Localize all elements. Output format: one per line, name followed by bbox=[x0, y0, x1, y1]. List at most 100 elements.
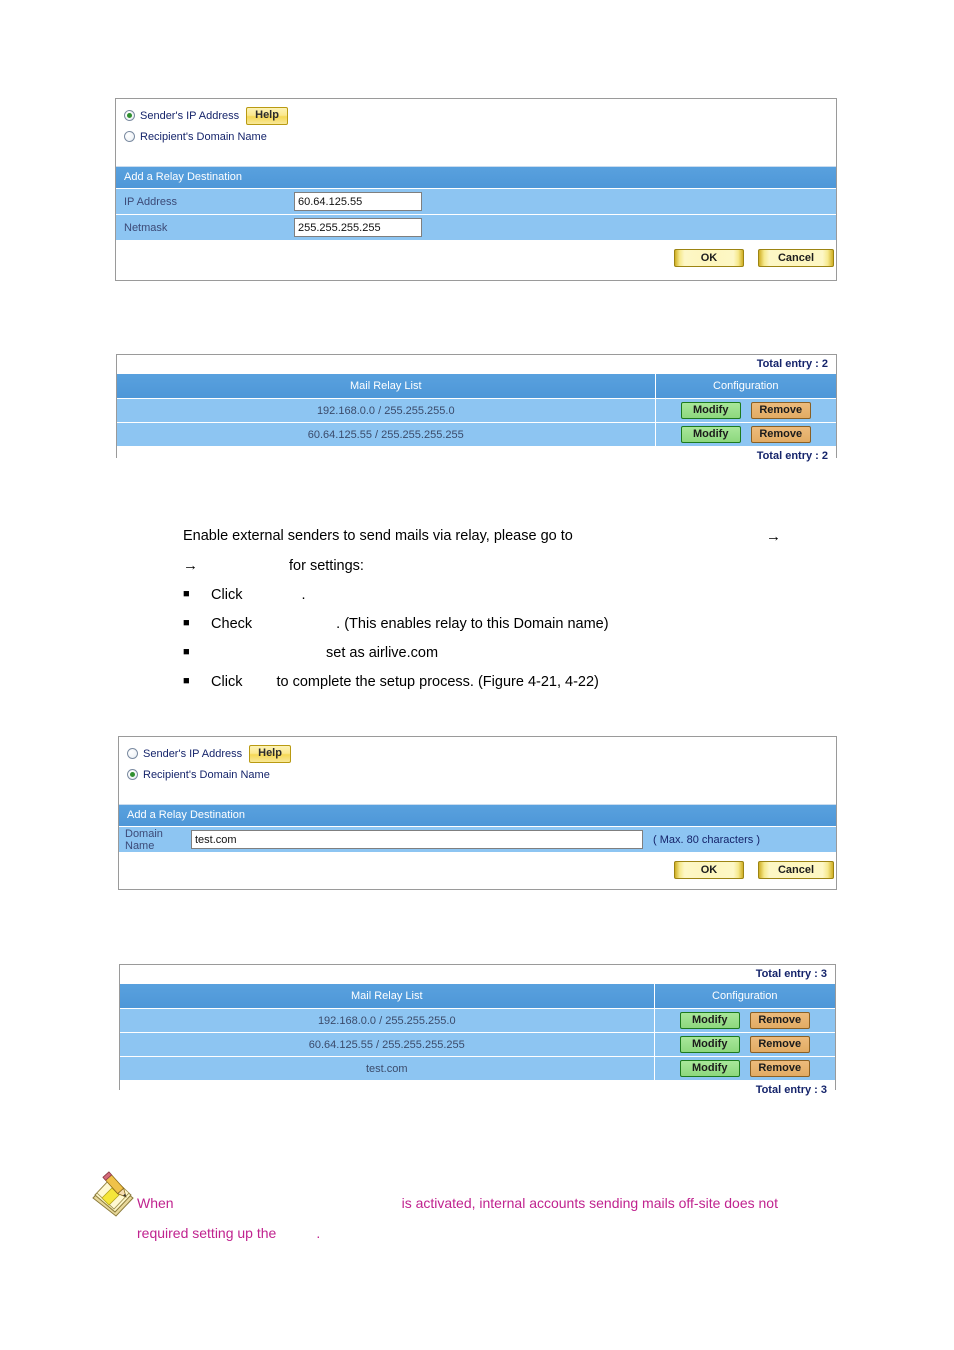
form-row-netmask: Netmask bbox=[116, 215, 836, 241]
bullet-tail: set as airlive.com bbox=[326, 645, 439, 661]
table-header-row: Mail Relay List Configuration bbox=[120, 984, 835, 1009]
ip-address-input[interactable] bbox=[294, 192, 422, 211]
bullet-tail: to complete the setup process. (Figure 4… bbox=[276, 674, 599, 690]
ip-address-label: IP Address bbox=[124, 195, 177, 208]
bullet-verb: Click bbox=[211, 674, 243, 690]
instruction-bullet-1: ■ Click . bbox=[183, 587, 306, 603]
radio-recipients-domain-label: Recipient's Domain Name bbox=[143, 768, 270, 781]
relay-table-top: Mail Relay List Configuration 192.168.0.… bbox=[117, 374, 836, 447]
modify-button[interactable]: Modify bbox=[680, 426, 741, 443]
ok-button[interactable]: OK bbox=[674, 249, 744, 267]
remove-button[interactable]: Remove bbox=[749, 1060, 810, 1077]
modify-button[interactable]: Modify bbox=[679, 1060, 740, 1077]
bullet-verb: Check bbox=[211, 616, 253, 632]
remove-button[interactable]: Remove bbox=[750, 426, 811, 443]
radio-senders-ip-icon[interactable] bbox=[124, 110, 135, 121]
col-header-mail-relay-list: Mail Relay List bbox=[117, 374, 656, 399]
note-line1-tail: is activated, internal accounts sending … bbox=[401, 1195, 778, 1211]
square-bullet-icon: ■ bbox=[183, 675, 190, 687]
panel-spacer bbox=[116, 154, 836, 166]
square-bullet-icon: ■ bbox=[183, 588, 190, 600]
instruction-intro: Enable external senders to send mails vi… bbox=[183, 528, 573, 544]
modify-button[interactable]: Modify bbox=[679, 1012, 740, 1029]
table-row: 192.168.0.0 / 255.255.255.0 Modify Remov… bbox=[120, 1008, 835, 1033]
modify-button[interactable]: Modify bbox=[679, 1036, 740, 1053]
radio-option-recipients-domain[interactable]: Recipient's Domain Name bbox=[127, 765, 836, 784]
radio-option-recipients-domain[interactable]: Recipient's Domain Name bbox=[124, 127, 836, 146]
instruction-bullet-2: ■ Check . (This enables relay to this Do… bbox=[183, 616, 609, 632]
relay-type-radio-group: Sender's IP Address Help Recipient's Dom… bbox=[116, 99, 836, 154]
table-row: 60.64.125.55 / 255.255.255.255 Modify Re… bbox=[117, 422, 836, 447]
arrow-icon: → bbox=[183, 557, 198, 574]
relay-entry-value: 60.64.125.55 / 255.255.255.255 bbox=[117, 422, 656, 447]
remove-button[interactable]: Remove bbox=[749, 1012, 810, 1029]
radio-senders-ip-label: Sender's IP Address bbox=[143, 747, 243, 760]
relay-entry-value: test.com bbox=[120, 1056, 655, 1081]
arrow-icon: → bbox=[766, 528, 781, 545]
form-row-ip-address: IP Address bbox=[116, 189, 836, 215]
total-entry-bottom-label: Total entry : 2 bbox=[117, 447, 836, 466]
remove-button[interactable]: Remove bbox=[750, 402, 811, 419]
netmask-label: Netmask bbox=[124, 221, 168, 234]
col-header-configuration: Configuration bbox=[654, 984, 835, 1009]
relay-type-radio-group: Sender's IP Address Help Recipient's Dom… bbox=[119, 737, 836, 792]
radio-recipients-domain-label: Recipient's Domain Name bbox=[140, 130, 267, 143]
table-header-row: Mail Relay List Configuration bbox=[117, 374, 836, 399]
radio-recipients-domain-icon[interactable] bbox=[124, 131, 135, 142]
note-line2-lead: required setting up the bbox=[137, 1225, 277, 1241]
domain-max-chars-hint: ( Max. 80 characters ) bbox=[653, 833, 760, 846]
mail-relay-list-bottom: Total entry : 3 Mail Relay List Configur… bbox=[119, 964, 836, 1100]
mail-relay-list-top: Total entry : 2 Mail Relay List Configur… bbox=[116, 354, 837, 466]
table-row: test.com Modify Remove bbox=[120, 1056, 835, 1081]
domain-name-input[interactable] bbox=[191, 830, 643, 849]
remove-button[interactable]: Remove bbox=[749, 1036, 810, 1053]
relay-entry-value: 60.64.125.55 / 255.255.255.255 bbox=[120, 1032, 655, 1057]
relay-entry-actions: Modify Remove bbox=[654, 1056, 835, 1081]
form-row-domain-name: Domain Name ( Max. 80 characters ) bbox=[119, 827, 836, 853]
note-pencil-icon bbox=[92, 1171, 134, 1217]
relay-destination-domain-panel: Sender's IP Address Help Recipient's Dom… bbox=[118, 736, 837, 890]
modify-button[interactable]: Modify bbox=[680, 402, 741, 419]
note-line-2: required setting up the. bbox=[137, 1218, 320, 1248]
help-button[interactable]: Help bbox=[249, 744, 291, 763]
instruction-bullet-3: ■ set as airlive.com bbox=[183, 645, 438, 661]
relay-entry-actions: Modify Remove bbox=[654, 1008, 835, 1033]
relay-entry-actions: Modify Remove bbox=[655, 398, 836, 423]
section-header-add-relay-destination: Add a Relay Destination bbox=[116, 166, 836, 189]
relay-entry-value: 192.168.0.0 / 255.255.255.0 bbox=[117, 398, 656, 423]
radio-recipients-domain-icon[interactable] bbox=[127, 769, 138, 780]
domain-panel-button-bar: OK Cancel bbox=[119, 853, 836, 887]
note-line1-lead: When bbox=[137, 1195, 174, 1211]
square-bullet-icon: ■ bbox=[183, 646, 190, 658]
col-header-mail-relay-list: Mail Relay List bbox=[120, 984, 655, 1009]
note-line2-tail: . bbox=[316, 1225, 321, 1241]
instruction-bullet-4: ■ Click to complete the setup process. (… bbox=[183, 674, 599, 690]
col-header-configuration: Configuration bbox=[655, 374, 836, 399]
total-entry-top-label: Total entry : 2 bbox=[117, 355, 836, 374]
section-header-add-relay-destination: Add a Relay Destination bbox=[119, 804, 836, 827]
ip-panel-button-bar: OK Cancel bbox=[116, 241, 836, 275]
total-entry-bottom-label: Total entry : 3 bbox=[120, 1081, 835, 1100]
relay-table-bottom: Mail Relay List Configuration 192.168.0.… bbox=[120, 984, 835, 1081]
cancel-button[interactable]: Cancel bbox=[758, 861, 834, 879]
cancel-button[interactable]: Cancel bbox=[758, 249, 834, 267]
relay-destination-ip-panel: Sender's IP Address Help Recipient's Dom… bbox=[115, 98, 837, 281]
radio-option-senders-ip[interactable]: Sender's IP Address Help bbox=[124, 106, 836, 125]
ok-button[interactable]: OK bbox=[674, 861, 744, 879]
total-entry-top-label: Total entry : 3 bbox=[120, 965, 835, 984]
relay-entry-actions: Modify Remove bbox=[654, 1032, 835, 1057]
note-line-1: When is activated, internal accounts send… bbox=[137, 1188, 867, 1218]
bullet-tail: . bbox=[301, 587, 306, 603]
radio-option-senders-ip[interactable]: Sender's IP Address Help bbox=[127, 744, 836, 763]
netmask-input[interactable] bbox=[294, 218, 422, 237]
bullet-tail: . (This enables relay to this Domain nam… bbox=[336, 616, 609, 632]
table-row: 192.168.0.0 / 255.255.255.0 Modify Remov… bbox=[117, 398, 836, 423]
help-button[interactable]: Help bbox=[246, 106, 288, 125]
instruction-for-settings: for settings: bbox=[289, 558, 364, 574]
radio-senders-ip-label: Sender's IP Address bbox=[140, 109, 240, 122]
relay-entry-actions: Modify Remove bbox=[655, 422, 836, 447]
radio-senders-ip-icon[interactable] bbox=[127, 748, 138, 759]
panel-spacer bbox=[119, 792, 836, 804]
bullet-verb: Click bbox=[211, 587, 243, 603]
domain-name-label: Domain Name bbox=[125, 827, 163, 852]
